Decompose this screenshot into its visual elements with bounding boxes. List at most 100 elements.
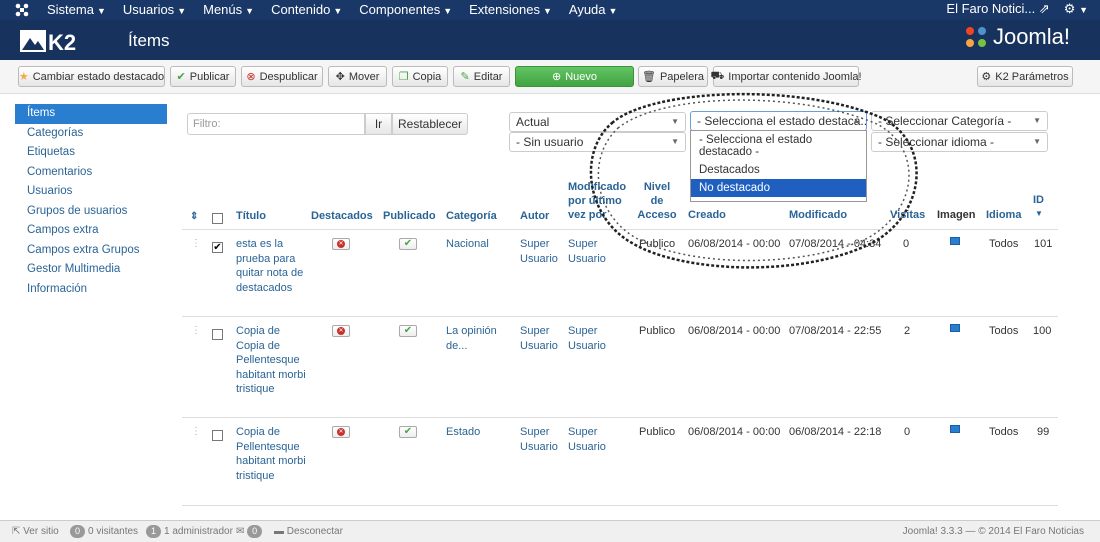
- sidebar: Ítems Categorías Etiquetas Comentarios U…: [15, 104, 167, 299]
- category-link[interactable]: Nacional: [446, 237, 489, 252]
- item-id: 100: [1033, 325, 1052, 337]
- featured-toggle[interactable]: ✕: [332, 238, 350, 250]
- col-id[interactable]: ID: [1033, 193, 1044, 207]
- minus-icon: ▬: [274, 526, 284, 537]
- item-title-link[interactable]: esta es la prueba para quitar nota de de…: [236, 237, 306, 295]
- row-divider: [182, 505, 1058, 506]
- author-link[interactable]: Super Usuario: [520, 425, 560, 454]
- select-all-checkbox[interactable]: [212, 213, 223, 224]
- access-level: Publico: [639, 325, 676, 337]
- menu-ayuda[interactable]: Ayuda ▼: [569, 2, 618, 17]
- menu-extensiones[interactable]: Extensiones ▼: [469, 2, 552, 17]
- top-navbar: Sistema ▼ Usuarios ▼ Menús ▼ Contenido ▼ Com…: [0, 0, 1100, 20]
- sidebar-item-extra-field-groups[interactable]: Campos extra Grupos: [15, 241, 167, 261]
- col-title[interactable]: Título: [236, 209, 266, 223]
- sidebar-item-media-manager[interactable]: Gestor Multimedia: [15, 260, 167, 280]
- sidebar-item-users[interactable]: Usuarios: [15, 182, 167, 202]
- menu-componentes[interactable]: Componentes ▼: [359, 2, 452, 17]
- edit-button[interactable]: ✎ Editar: [453, 66, 510, 87]
- col-published[interactable]: Publicado: [383, 209, 436, 223]
- modified-by-link[interactable]: Super Usuario: [568, 425, 608, 454]
- messages-badge: 0: [247, 525, 263, 538]
- external-link-icon: ⇗: [1038, 1, 1050, 16]
- row-checkbox[interactable]: ✔: [212, 242, 223, 253]
- toolbar: ★ Cambiar estado destacado ✔ Publicar ⊗ Des…: [0, 60, 1100, 94]
- menu-sistema[interactable]: Sistema ▼: [47, 2, 106, 17]
- unfeatured-icon: ✕: [337, 428, 345, 436]
- featured-toggle[interactable]: ✕: [332, 325, 350, 337]
- top-right-controls: El Faro Notici... ⇗ ⚙ ▼: [946, 1, 1088, 17]
- published-toggle[interactable]: ✔: [399, 325, 417, 337]
- drag-handle-icon[interactable]: ⋮: [191, 426, 201, 437]
- featured-toggle[interactable]: ✕: [332, 426, 350, 438]
- col-author[interactable]: Autor: [520, 209, 549, 223]
- sidebar-item-information[interactable]: Información: [15, 280, 167, 300]
- sidebar-item-tags[interactable]: Etiquetas: [15, 143, 167, 163]
- image-icon[interactable]: [950, 324, 960, 332]
- check-icon: ✔: [176, 71, 186, 83]
- menu-contenido[interactable]: Contenido ▼: [271, 2, 342, 17]
- author-link[interactable]: Super Usuario: [520, 237, 560, 266]
- item-title-link[interactable]: Copia de Copia de Pellentesque habitant …: [236, 324, 306, 397]
- main-menu: Sistema ▼ Usuarios ▼ Menús ▼ Contenido ▼ Com…: [47, 2, 634, 17]
- external-link-icon: ⇱: [12, 526, 21, 537]
- move-button[interactable]: ✥ Mover: [328, 66, 387, 87]
- svg-text:K2: K2: [48, 30, 76, 54]
- category-link[interactable]: Estado: [446, 425, 480, 440]
- created-date: 06/08/2014 - 00:00: [688, 325, 781, 337]
- created-date: 06/08/2014 - 00:00: [688, 426, 781, 438]
- sort-icon[interactable]: ⇕: [190, 210, 198, 224]
- admins-badge: 1: [146, 525, 162, 538]
- modified-date: 06/08/2014 - 22:18: [789, 426, 882, 438]
- language-value: Todos: [989, 426, 1019, 438]
- messages-status[interactable]: ✉ 0: [236, 525, 265, 538]
- check-icon: ✔: [403, 426, 413, 437]
- category-link[interactable]: La opinión de...: [446, 324, 501, 353]
- sidebar-item-items[interactable]: Ítems: [15, 104, 167, 124]
- published-toggle[interactable]: ✔: [399, 426, 417, 438]
- row-checkbox[interactable]: [212, 430, 223, 441]
- search-input[interactable]: Filtro:: [187, 113, 365, 135]
- visitors-status: 00 visitantes: [70, 525, 138, 538]
- image-icon[interactable]: [950, 425, 960, 433]
- item-title-link[interactable]: Copia de Pellentesque habitant morbi tri…: [236, 425, 306, 483]
- col-language[interactable]: Idioma: [986, 208, 1021, 222]
- joomla-menu-icon[interactable]: [14, 2, 30, 18]
- author-link[interactable]: Super Usuario: [520, 324, 560, 353]
- reset-button[interactable]: Restablecer: [392, 113, 468, 135]
- hits-count: 2: [904, 325, 911, 337]
- admins-status: 11 administrador: [146, 525, 233, 538]
- col-image: Imagen: [937, 209, 976, 221]
- page-title: Ítems: [128, 31, 170, 50]
- modified-by-link[interactable]: Super Usuario: [568, 324, 608, 353]
- view-site-link[interactable]: ⇱ Ver sitio: [12, 526, 59, 537]
- copyright-text: Joomla! 3.3.3 — © 2014 El Faro Noticias: [902, 526, 1084, 537]
- k2-parameters-button[interactable]: ⚙ K2 Parámetros: [977, 66, 1073, 87]
- search-go-button[interactable]: Ir: [365, 113, 392, 135]
- site-link[interactable]: El Faro Notici... ⇗: [946, 1, 1049, 17]
- sidebar-item-user-groups[interactable]: Grupos de usuarios: [15, 202, 167, 222]
- drag-handle-icon[interactable]: ⋮: [191, 238, 201, 249]
- publish-button[interactable]: ✔ Publicar: [170, 66, 236, 87]
- toggle-featured-button[interactable]: ★ Cambiar estado destacado: [18, 66, 165, 87]
- image-icon[interactable]: [950, 237, 960, 245]
- copy-icon: ❐: [398, 71, 409, 83]
- published-toggle[interactable]: ✔: [399, 238, 417, 250]
- visitors-badge: 0: [70, 525, 86, 538]
- copy-button[interactable]: ❐ Copia: [392, 66, 448, 87]
- sidebar-item-comments[interactable]: Comentarios: [15, 163, 167, 183]
- menu-usuarios[interactable]: Usuarios ▼: [123, 2, 186, 17]
- drag-handle-icon[interactable]: ⋮: [191, 325, 201, 336]
- sidebar-item-categories[interactable]: Categorías: [15, 124, 167, 144]
- language-value: Todos: [989, 238, 1019, 250]
- sidebar-item-extra-fields[interactable]: Campos extra: [15, 221, 167, 241]
- col-featured[interactable]: Destacados: [311, 209, 373, 223]
- logout-link[interactable]: ▬ Desconectar: [274, 526, 343, 537]
- row-divider: [182, 316, 1058, 317]
- row-checkbox[interactable]: [212, 329, 223, 340]
- gear-icon: ⚙: [1063, 1, 1076, 16]
- menu-menus[interactable]: Menús ▼: [203, 2, 254, 17]
- settings-menu[interactable]: ⚙ ▼: [1064, 1, 1088, 17]
- col-category[interactable]: Categoría: [446, 209, 497, 223]
- unpublish-button[interactable]: ⊗ Despublicar: [241, 66, 323, 87]
